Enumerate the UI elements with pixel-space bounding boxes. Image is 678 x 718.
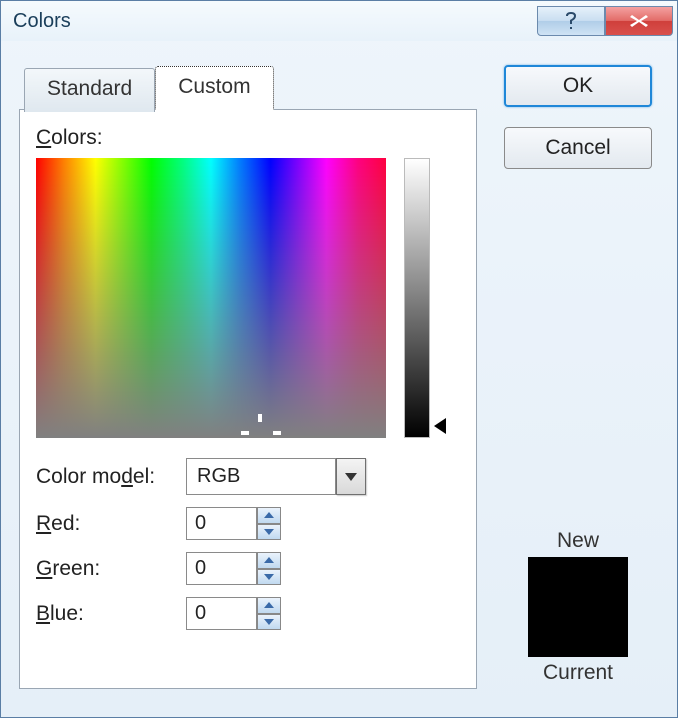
ok-button[interactable]: OK (504, 65, 652, 107)
right-column: OK Cancel New Current (501, 65, 655, 689)
colors-label: Colors: (36, 126, 460, 150)
red-spinner: 0 (186, 507, 281, 540)
help-button[interactable] (537, 6, 605, 36)
triangle-down-icon (264, 574, 274, 580)
blue-spin-down[interactable] (257, 614, 281, 631)
triangle-up-icon (264, 557, 274, 563)
blue-spinner: 0 (186, 597, 281, 630)
close-icon (628, 13, 650, 29)
blue-spin-buttons (257, 597, 281, 630)
picker-row (36, 158, 460, 438)
triangle-down-icon (264, 619, 274, 625)
red-spin-down[interactable] (257, 524, 281, 541)
titlebar: Colors (1, 1, 677, 41)
color-model-value: RGB (186, 458, 336, 495)
red-spin-buttons (257, 507, 281, 540)
luminance-arrow-icon[interactable] (432, 418, 448, 439)
blue-spin-up[interactable] (257, 597, 281, 614)
luminance-column (404, 158, 448, 438)
color-swatch-new (528, 557, 628, 657)
current-label: Current (543, 661, 613, 685)
window-buttons (537, 6, 673, 36)
triangle-up-icon (264, 512, 274, 518)
colors-dialog: Colors Standard Custom Colors: (0, 0, 678, 718)
preview-block: New Current (528, 525, 628, 689)
red-input[interactable]: 0 (186, 507, 257, 540)
blue-input[interactable]: 0 (186, 597, 257, 630)
triangle-up-icon (264, 602, 274, 608)
luminance-slider[interactable] (404, 158, 430, 438)
help-icon (563, 10, 579, 32)
blue-label: Blue: (36, 602, 186, 626)
dropdown-button[interactable] (336, 458, 366, 495)
tab-custom[interactable]: Custom (155, 66, 273, 110)
color-model-label: Color model: (36, 465, 186, 489)
window-title: Colors (13, 10, 537, 33)
green-spinner: 0 (186, 552, 281, 585)
tabstrip: Standard Custom (24, 65, 477, 109)
custom-panel: Colors: Color model: (19, 109, 477, 689)
chevron-down-icon (345, 473, 357, 481)
red-label: Red: (36, 512, 186, 536)
cancel-button[interactable]: Cancel (504, 127, 652, 169)
tab-standard[interactable]: Standard (24, 68, 155, 112)
color-model-select[interactable]: RGB (186, 458, 366, 495)
green-spin-down[interactable] (257, 569, 281, 586)
form-grid: Color model: RGB Red: 0 (36, 458, 460, 630)
green-label: Green: (36, 557, 186, 581)
green-spin-buttons (257, 552, 281, 585)
red-spin-up[interactable] (257, 507, 281, 524)
triangle-down-icon (264, 529, 274, 535)
left-column: Standard Custom Colors: (19, 65, 477, 689)
close-button[interactable] (605, 6, 673, 36)
content-area: Standard Custom Colors: (1, 41, 677, 699)
new-label: New (557, 529, 599, 553)
hue-sat-field[interactable] (36, 158, 386, 438)
green-spin-up[interactable] (257, 552, 281, 569)
green-input[interactable]: 0 (186, 552, 257, 585)
